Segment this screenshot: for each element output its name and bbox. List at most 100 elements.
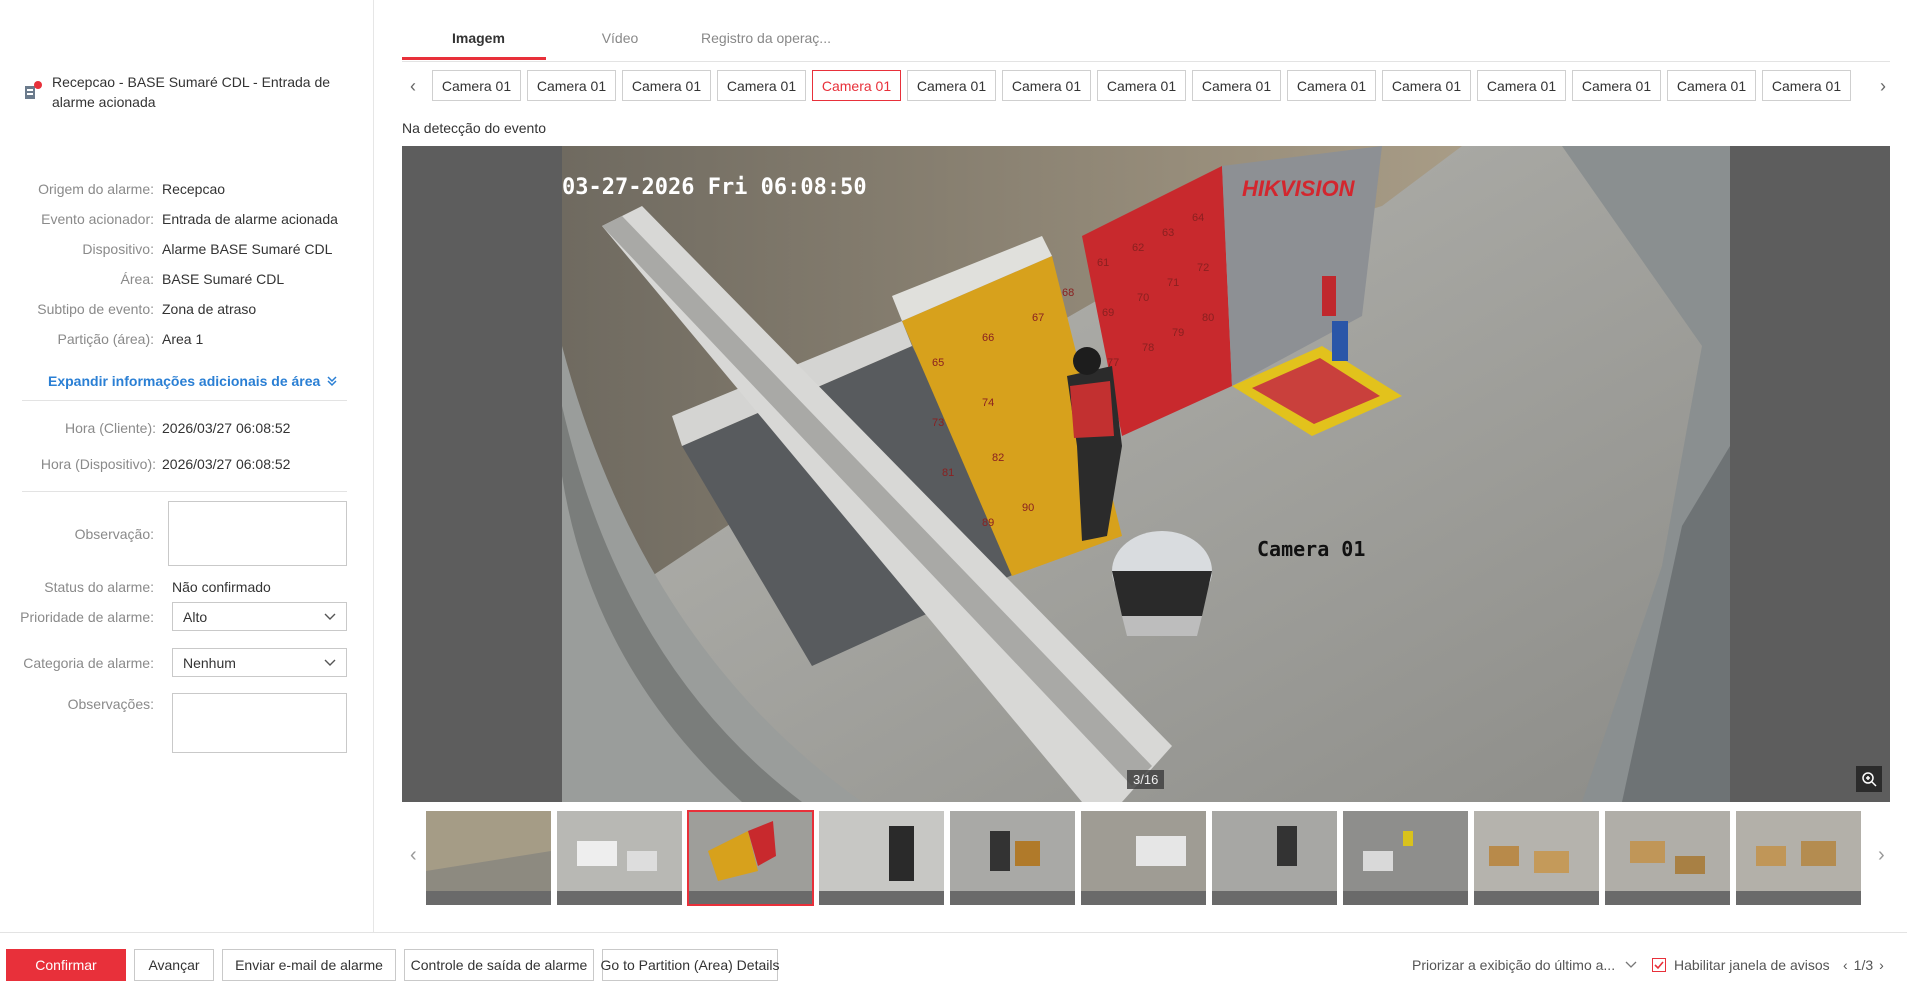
camera-strip: ‹ Camera 01 Camera 01 Camera 01 Camera 01 Ca… <box>402 70 1890 104</box>
locker-number: 74 <box>982 397 994 409</box>
camera-button[interactable]: Camera 01 <box>622 70 711 101</box>
priority-display-select[interactable]: Priorizar a exibição do último a... <box>1412 957 1637 973</box>
camera-button[interactable]: Camera 01 <box>1667 70 1756 101</box>
expand-label: Expandir informações adicionais de área <box>48 373 321 389</box>
partition-details-button[interactable]: Go to Partition (Area) Details <box>601 949 779 981</box>
camera-button[interactable]: Camera 01 <box>1002 70 1091 101</box>
alarm-output-control-button[interactable]: Controle de saída de alarme <box>404 949 594 981</box>
locker-number: 82 <box>992 452 1004 464</box>
thumbnail[interactable] <box>557 811 682 905</box>
thumb-chevron-right-icon[interactable]: › <box>1878 844 1885 867</box>
priority-label: Prioridade de alarme: <box>20 609 154 625</box>
pager-next-icon[interactable]: › <box>1879 957 1884 973</box>
enable-popup-label: Habilitar janela de avisos <box>1674 957 1830 973</box>
camera-button[interactable]: Camera 01 <box>1477 70 1566 101</box>
send-email-button[interactable]: Enviar e-mail de alarme <box>222 949 396 981</box>
camera-button[interactable]: Camera 01 <box>1382 70 1471 101</box>
camera-button[interactable]: Camera 01 <box>432 70 521 101</box>
thumbnail[interactable] <box>426 811 551 905</box>
locker-number: 73 <box>932 417 944 429</box>
detail-value: Alarme BASE Sumaré CDL <box>162 241 333 257</box>
confirm-button[interactable]: Confirmar <box>6 949 126 981</box>
locker-number: 79 <box>1172 327 1184 339</box>
image-viewer[interactable]: 65 66 67 68 73 74 81 82 89 90 61 62 63 64 69 70 71 72 77 78… <box>402 146 1890 802</box>
locker-number: 89 <box>982 517 994 529</box>
alarm-header: Recepcao - BASE Sumaré CDL - Entrada de … <box>22 72 352 112</box>
observation-input[interactable] <box>168 501 347 566</box>
pager-prev-icon[interactable]: ‹ <box>1843 957 1848 973</box>
locker-number: 67 <box>1032 312 1044 324</box>
locker-number: 61 <box>1097 257 1109 269</box>
detail-label: Origem do alarme: <box>38 181 154 197</box>
thumbnail[interactable] <box>1736 811 1861 905</box>
thumbnail[interactable] <box>1605 811 1730 905</box>
expand-area-info-link[interactable]: Expandir informações adicionais de área <box>48 373 338 389</box>
alarm-title: Recepcao - BASE Sumaré CDL - Entrada de … <box>52 74 331 110</box>
detail-row-partition: Partição (área): Area 1 <box>0 324 374 354</box>
detail-label: Subtipo de evento: <box>37 301 154 317</box>
camera-button[interactable]: Camera 01 <box>1097 70 1186 101</box>
status-value: Não confirmado <box>172 579 271 595</box>
thumbnail[interactable] <box>1081 811 1206 905</box>
time-device-value: 2026/03/27 06:08:52 <box>162 456 291 472</box>
tab-video[interactable]: Vídeo <box>600 30 640 46</box>
detail-label: Área: <box>120 271 154 287</box>
camera-button[interactable]: Camera 01 <box>1762 70 1851 101</box>
time-device-label: Hora (Dispositivo): <box>40 456 156 472</box>
thumbnail[interactable] <box>950 811 1075 905</box>
thumbnail[interactable] <box>1474 811 1599 905</box>
next-button[interactable]: Avançar <box>134 949 214 981</box>
time-client-row: Hora (Cliente): 2026/03/27 06:08:52 <box>0 420 374 436</box>
detail-label: Partição (área): <box>57 331 154 347</box>
detail-value: Area 1 <box>162 331 204 347</box>
thumbnail[interactable] <box>819 811 944 905</box>
time-client-value: 2026/03/27 06:08:52 <box>162 420 291 436</box>
osd-brand-logo: HIKVISION <box>1242 176 1356 201</box>
time-client-label: Hora (Cliente): <box>64 420 156 436</box>
remarks-input[interactable] <box>172 693 347 753</box>
locker-number: 78 <box>1142 342 1154 354</box>
locker-number: 72 <box>1197 262 1209 274</box>
time-device-row: Hora (Dispositivo): 2026/03/27 06:08:52 <box>0 456 374 472</box>
camera-button[interactable]: Camera 01 <box>1572 70 1661 101</box>
zoom-in-button[interactable] <box>1856 766 1882 792</box>
thumb-chevron-left-icon[interactable]: ‹ <box>410 844 417 867</box>
locker-number: 77 <box>1107 357 1119 369</box>
detail-value: Zona de atraso <box>162 301 257 317</box>
priority-display-label: Priorizar a exibição do último a... <box>1412 957 1616 973</box>
locker-number: 68 <box>1062 287 1074 299</box>
camera-button[interactable]: Camera 01 <box>1192 70 1281 101</box>
alarm-info-list: Origem do alarme: Recepcao Evento acionad… <box>0 174 374 354</box>
observation-label: Observação: <box>74 526 154 542</box>
checkbox-checked-icon[interactable] <box>1652 958 1666 972</box>
status-label: Status do alarme: <box>44 579 154 595</box>
category-select[interactable]: Nenhum <box>172 648 347 677</box>
locker-number: 70 <box>1137 292 1149 304</box>
priority-select[interactable]: Alto <box>172 602 347 631</box>
locker-number: 63 <box>1162 227 1174 239</box>
chevron-down-icon <box>324 613 336 620</box>
camera-button[interactable]: Camera 01 <box>527 70 616 101</box>
chevron-right-icon[interactable]: › <box>1880 76 1886 97</box>
tab-image[interactable]: Imagem <box>452 30 505 46</box>
camera-button[interactable]: Camera 01 <box>1287 70 1376 101</box>
locker-number: 69 <box>1102 307 1114 319</box>
chevron-left-icon[interactable]: ‹ <box>410 76 416 97</box>
alarm-input-icon <box>22 80 44 102</box>
camera-button[interactable]: Camera 01 <box>907 70 996 101</box>
thumbnail[interactable] <box>1212 811 1337 905</box>
divider <box>22 400 347 401</box>
detail-row-area: Área: BASE Sumaré CDL <box>0 264 374 294</box>
camera-button[interactable]: Camera 01 <box>717 70 806 101</box>
camera-snapshot: 65 66 67 68 73 74 81 82 89 90 61 62 63 64 69 70 71 72 77 78… <box>562 146 1730 802</box>
camera-button-active[interactable]: Camera 01 <box>812 70 901 101</box>
pager: ‹ 1/3 › <box>1843 957 1884 973</box>
thumbnail[interactable] <box>1343 811 1468 905</box>
category-label: Categoria de alarme: <box>23 655 154 671</box>
detail-value: BASE Sumaré CDL <box>162 271 285 287</box>
locker-number: 71 <box>1167 277 1179 289</box>
tab-operation-log[interactable]: Registro da operaç... <box>696 30 836 46</box>
enable-popup-toggle[interactable]: Habilitar janela de avisos <box>1652 957 1830 973</box>
thumbnail-active[interactable] <box>687 810 814 906</box>
locker-number: 62 <box>1132 242 1144 254</box>
